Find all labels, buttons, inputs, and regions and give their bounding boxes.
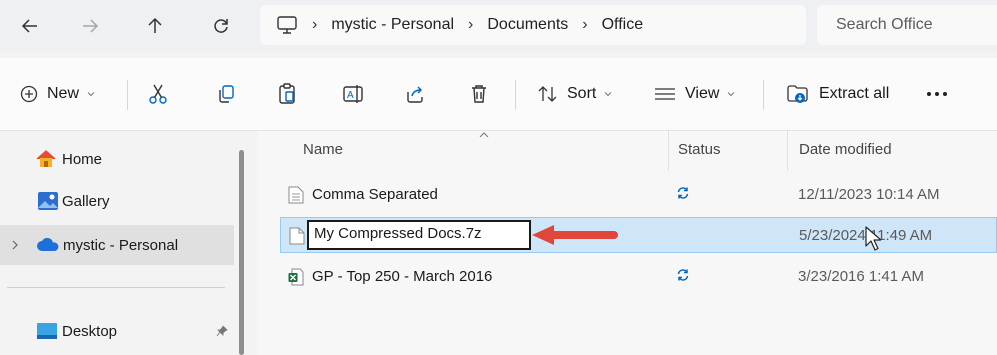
rename-input[interactable]: My Compressed Docs.7z <box>307 220 531 250</box>
extract-all-button[interactable]: Extract all <box>786 72 889 116</box>
navigation-pane: Home Gallery mystic - Personal Desktop <box>0 131 258 355</box>
text-file-icon <box>288 186 304 204</box>
chevron-right-icon <box>11 239 19 251</box>
delete-button[interactable] <box>470 72 488 116</box>
view-icon <box>655 88 675 100</box>
excel-file-icon <box>288 268 304 286</box>
copy-icon <box>219 85 234 103</box>
arrow-left-icon <box>21 19 37 33</box>
delete-icon <box>472 85 486 103</box>
sync-icon <box>677 187 689 199</box>
extract-all-label: Extract all <box>819 85 890 102</box>
file-list: Name Status Date modified Comma Separate… <box>258 131 997 355</box>
annotation-arrow-icon <box>532 225 618 245</box>
column-header-date-modified[interactable]: Date modified <box>799 141 892 158</box>
copy-button[interactable] <box>217 72 235 116</box>
nav-item-label: Home <box>62 150 103 168</box>
paste-button[interactable] <box>277 72 297 116</box>
gallery-icon <box>37 191 59 211</box>
search-placeholder: Search Office <box>836 16 933 33</box>
new-label: New <box>47 85 80 102</box>
file-row[interactable]: Comma Separated 12/11/2023 10:14 AM <box>280 177 997 213</box>
new-button[interactable]: New <box>20 72 95 116</box>
breadcrumb[interactable]: › mystic - Personal › Documents › Office <box>260 5 806 45</box>
arrow-up-icon <box>148 17 162 33</box>
sort-button[interactable]: Sort <box>538 72 612 116</box>
more-options-button[interactable] <box>926 72 948 116</box>
nav-item-label: mystic - Personal <box>63 236 179 254</box>
nav-scrollbar[interactable] <box>239 150 244 355</box>
chevron-right-icon: › <box>582 16 588 33</box>
sort-label: Sort <box>567 85 597 102</box>
breadcrumb-item-office[interactable]: Office <box>602 16 644 34</box>
computer-icon <box>276 15 298 35</box>
pin-icon[interactable] <box>216 325 228 337</box>
breadcrumb-item-mystic[interactable]: mystic - Personal <box>331 16 454 34</box>
more-icon <box>927 92 947 96</box>
chevron-right-icon: › <box>468 16 474 33</box>
chevron-down-icon <box>87 92 95 97</box>
nav-item-mystic-personal[interactable]: mystic - Personal <box>0 225 234 265</box>
file-name: Comma Separated <box>312 186 438 203</box>
nav-item-desktop[interactable]: Desktop <box>0 311 234 351</box>
search-input[interactable]: Search Office <box>817 5 997 45</box>
share-icon <box>407 86 423 103</box>
chevron-right-icon: › <box>312 16 318 33</box>
nav-item-home[interactable]: Home <box>0 139 234 179</box>
plus-circle-icon <box>20 85 38 103</box>
cut-icon <box>149 84 167 104</box>
column-divider[interactable] <box>787 131 788 171</box>
toolbar-divider <box>515 80 516 110</box>
column-header-status[interactable]: Status <box>678 141 721 158</box>
file-name: GP - Top 250 - March 2016 <box>312 268 493 285</box>
breadcrumb-item-documents[interactable]: Documents <box>487 16 568 34</box>
nav-item-label: Desktop <box>62 322 118 340</box>
sort-ascending-icon <box>479 132 489 138</box>
chevron-down-icon <box>604 92 612 97</box>
column-divider[interactable] <box>668 131 669 171</box>
file-date-modified: 12/11/2023 10:14 AM <box>798 186 940 203</box>
share-button[interactable] <box>405 72 425 116</box>
home-icon <box>35 149 57 169</box>
sort-icon <box>538 86 557 102</box>
paste-icon <box>279 83 295 104</box>
refresh-button[interactable] <box>203 8 239 44</box>
cut-button[interactable] <box>148 72 168 116</box>
view-label: View <box>685 85 720 102</box>
svg-text:A: A <box>347 90 354 101</box>
toolbar-divider <box>127 80 128 110</box>
nav-item-gallery[interactable]: Gallery <box>0 181 234 221</box>
back-button[interactable] <box>12 8 48 44</box>
nav-divider <box>7 287 225 288</box>
chevron-down-icon <box>728 92 735 97</box>
up-button[interactable] <box>137 8 173 44</box>
file-row[interactable]: GP - Top 250 - March 2016 3/23/2016 1:41… <box>280 259 997 295</box>
file-row-selected[interactable]: My Compressed Docs.7z 5/23/2024 11:49 AM <box>280 217 997 253</box>
blank-file-icon <box>289 227 305 245</box>
command-bar: New A Sort View Extract all <box>0 58 997 131</box>
desktop-icon <box>36 322 58 340</box>
view-button[interactable]: View <box>654 72 735 116</box>
cloud-icon <box>36 238 60 252</box>
mouse-cursor-icon <box>865 226 881 251</box>
rename-icon: A <box>343 85 363 103</box>
sync-icon <box>677 269 689 281</box>
nav-item-label: Gallery <box>62 192 110 210</box>
toolbar-divider <box>763 80 764 110</box>
column-header-name[interactable]: Name <box>303 141 343 158</box>
arrow-right-icon <box>83 19 99 33</box>
extract-folder-icon <box>787 85 808 103</box>
file-date-modified: 3/23/2016 1:41 AM <box>798 268 924 285</box>
forward-button[interactable] <box>72 8 108 44</box>
address-bar-row: › mystic - Personal › Documents › Office… <box>0 0 997 52</box>
rename-button[interactable]: A <box>342 72 364 116</box>
refresh-icon <box>214 19 228 33</box>
